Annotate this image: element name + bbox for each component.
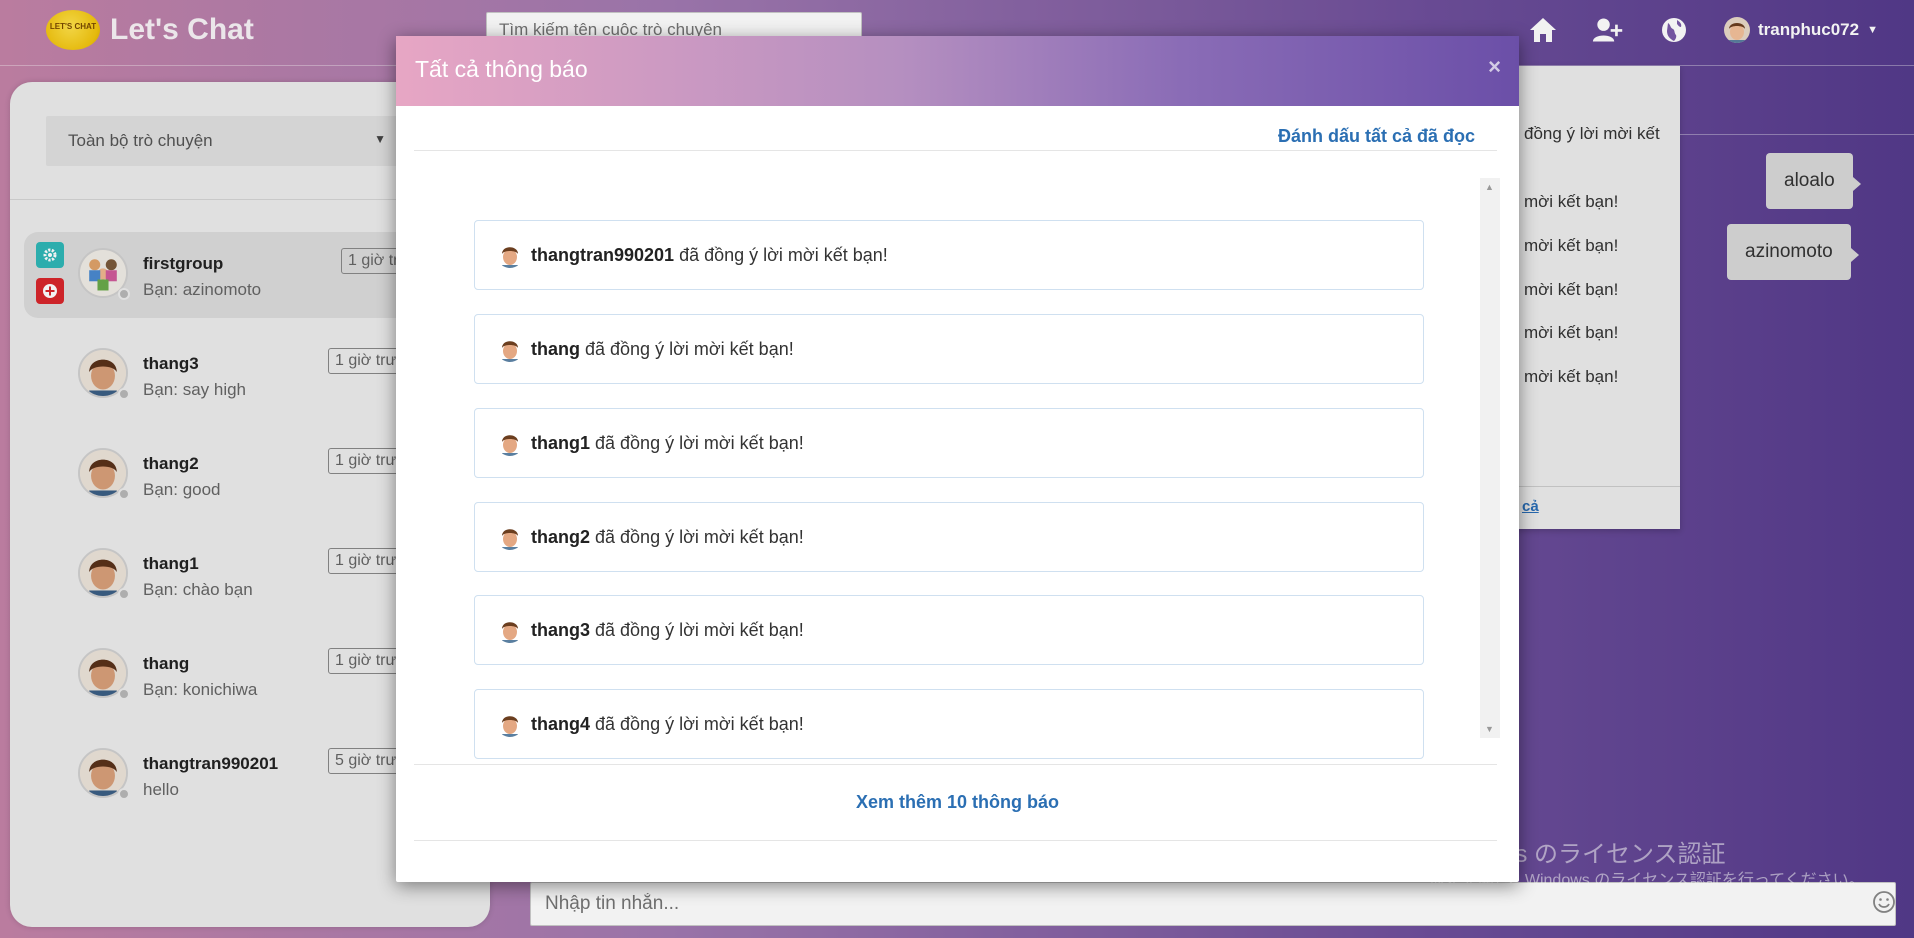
divider <box>414 764 1497 765</box>
avatar <box>497 430 523 456</box>
notification-username: thang4 <box>531 713 591 734</box>
notification-item[interactable]: thang2 đã đồng ý lời mời kết bạn! <box>474 502 1424 572</box>
notification-text: đã đồng ý lời mời kết bạn! <box>595 619 804 640</box>
notification-username: thangtran990201 <box>531 244 675 265</box>
close-icon[interactable]: × <box>1488 54 1501 80</box>
divider <box>414 150 1497 151</box>
scroll-up-arrow-icon[interactable]: ▲ <box>1485 182 1494 192</box>
notification-item[interactable]: thangtran990201 đã đồng ý lời mời kết bạ… <box>474 220 1424 290</box>
scroll-down-arrow-icon[interactable]: ▼ <box>1485 724 1494 734</box>
avatar <box>497 336 523 362</box>
modal-header: Tất cả thông báo × <box>396 36 1519 106</box>
notifications-modal: Tất cả thông báo × Đánh dấu tất cả đã đọ… <box>396 36 1519 882</box>
avatar <box>497 242 523 268</box>
modal-title: Tất cả thông báo <box>415 56 588 82</box>
notification-item[interactable]: thang3 đã đồng ý lời mời kết bạn! <box>474 595 1424 665</box>
notification-scrollbar[interactable]: ▲ ▼ <box>1480 178 1500 738</box>
notification-item[interactable]: thang4 đã đồng ý lời mời kết bạn! <box>474 689 1424 759</box>
notification-item[interactable]: thang1 đã đồng ý lời mời kết bạn! <box>474 408 1424 478</box>
notification-text: đã đồng ý lời mời kết bạn! <box>595 713 804 734</box>
avatar <box>497 617 523 643</box>
notification-text: đã đồng ý lời mời kết bạn! <box>595 432 804 453</box>
see-more-notifications-link[interactable]: Xem thêm 10 thông báo <box>396 792 1519 813</box>
notification-text: đã đồng ý lời mời kết bạn! <box>595 526 804 547</box>
notification-text: đã đồng ý lời mời kết bạn! <box>679 244 888 265</box>
notification-username: thang <box>531 338 580 359</box>
notification-text: đã đồng ý lời mời kết bạn! <box>585 338 794 359</box>
mark-all-read-link[interactable]: Đánh dấu tất cả đã đọc <box>1278 126 1475 147</box>
notification-username: thang1 <box>531 432 591 453</box>
avatar <box>497 711 523 737</box>
divider <box>414 840 1497 841</box>
notification-username: thang2 <box>531 526 591 547</box>
notification-item[interactable]: thang đã đồng ý lời mời kết bạn! <box>474 314 1424 384</box>
notification-username: thang3 <box>531 619 591 640</box>
avatar <box>497 524 523 550</box>
